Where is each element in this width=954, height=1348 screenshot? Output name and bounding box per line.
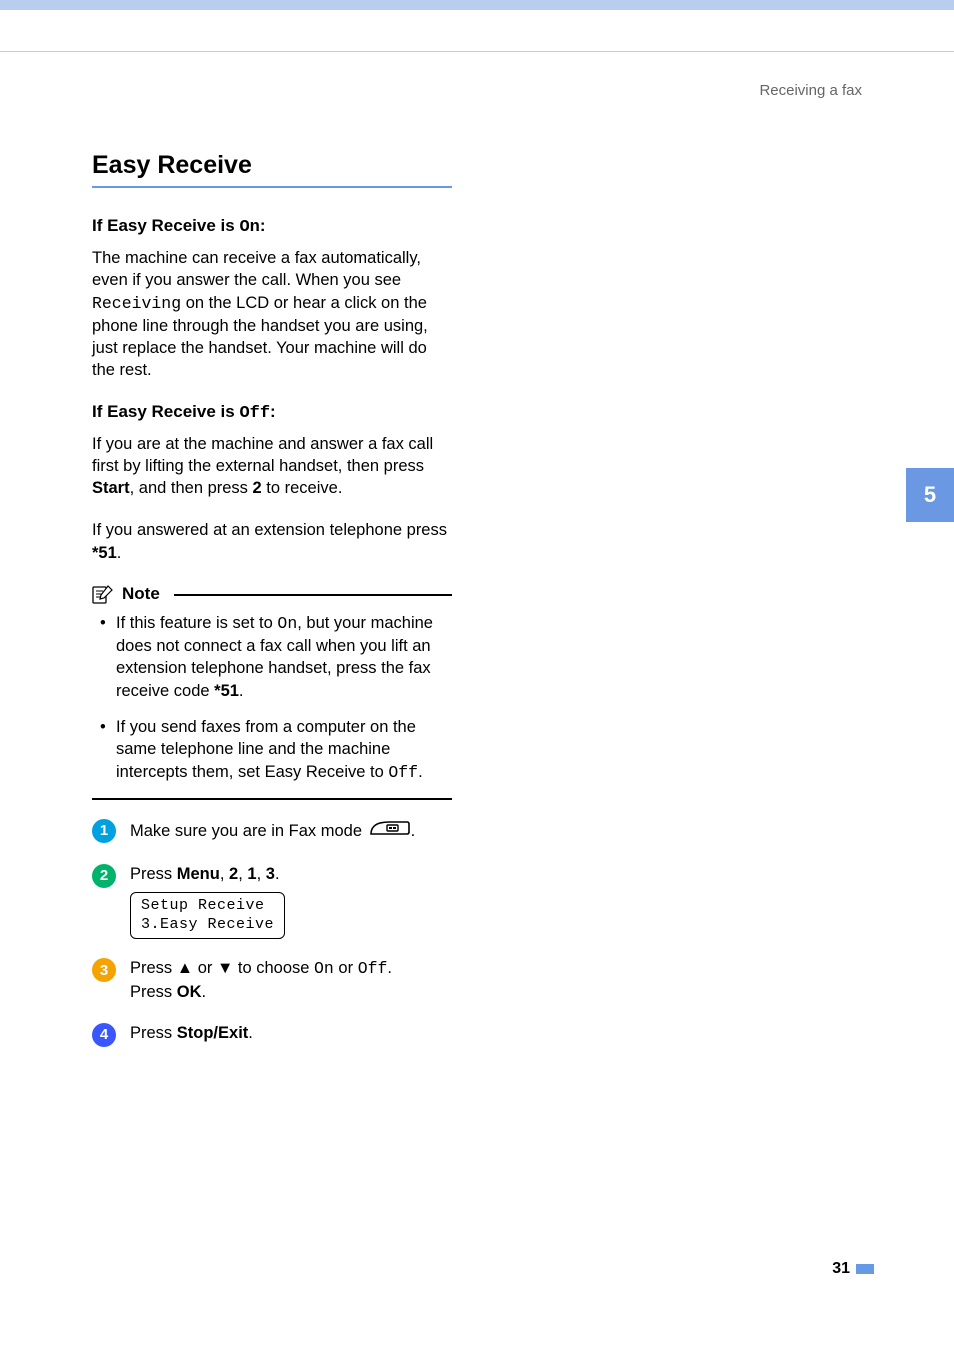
lcd-display: Setup Receive 3.Easy Receive bbox=[130, 892, 285, 940]
step-3-body: Press ▲ or ▼ to choose On or Off. Press … bbox=[130, 957, 452, 1003]
subhead-off-suffix: : bbox=[270, 402, 276, 421]
step-4: 4 Press Stop/Exit. bbox=[92, 1022, 452, 1047]
note-label: Note bbox=[122, 584, 160, 604]
s2-menu: Menu bbox=[177, 865, 220, 883]
s2-e: . bbox=[275, 865, 280, 883]
subhead-on-prefix: If Easy Receive is bbox=[92, 216, 239, 235]
s2-k1: 2 bbox=[229, 865, 238, 883]
s3-off: Off bbox=[358, 959, 388, 978]
s3-e: . bbox=[387, 959, 392, 977]
note-pencil-icon bbox=[92, 584, 114, 604]
s2-a: Press bbox=[130, 865, 177, 883]
n1-mono: On bbox=[277, 614, 297, 633]
on-para-a: The machine can receive a fax automatica… bbox=[92, 249, 421, 289]
page-number: 31 bbox=[832, 1260, 874, 1278]
s2-d: , bbox=[257, 865, 266, 883]
n2-a: If you send faxes from a computer on the… bbox=[116, 718, 416, 781]
note-end-rule bbox=[92, 798, 452, 800]
s3-a: Press bbox=[130, 959, 177, 977]
page-number-value: 31 bbox=[832, 1260, 850, 1277]
step-badge-4: 4 bbox=[92, 1023, 116, 1047]
breadcrumb: Receiving a fax bbox=[92, 82, 862, 99]
note-header: Note bbox=[92, 584, 452, 604]
step-4-body: Press Stop/Exit. bbox=[130, 1022, 452, 1045]
chapter-tab: 5 bbox=[906, 468, 954, 522]
page-content: Receiving a fax Easy Receive If Easy Rec… bbox=[0, 52, 954, 1047]
top-gap bbox=[0, 10, 954, 52]
steps-list: 1 Make sure you are in Fax mode . 2 bbox=[92, 818, 452, 1047]
note-item-1: If this feature is set to On, but your m… bbox=[100, 612, 452, 702]
off-p1-e: to receive. bbox=[262, 479, 343, 497]
s1-period: . bbox=[411, 822, 416, 840]
s3-ok: OK bbox=[177, 983, 202, 1001]
step-2: 2 Press Menu, 2, 1, 3. Setup Receive 3.E… bbox=[92, 863, 452, 940]
subhead-on-mono: On bbox=[239, 218, 259, 237]
off-p2-c: . bbox=[117, 544, 122, 562]
s4-stop: Stop/Exit bbox=[177, 1024, 249, 1042]
s3-line2a: Press bbox=[130, 983, 177, 1001]
s3-c: to choose bbox=[233, 959, 314, 977]
main-column: Easy Receive If Easy Receive is On: The … bbox=[92, 151, 452, 1047]
on-paragraph: The machine can receive a fax automatica… bbox=[92, 247, 452, 382]
off-p1-start: Start bbox=[92, 479, 130, 497]
note-list: If this feature is set to On, but your m… bbox=[92, 612, 452, 784]
s1-text: Make sure you are in Fax mode bbox=[130, 822, 367, 840]
section-title: Easy Receive bbox=[92, 151, 452, 188]
s2-k2: 1 bbox=[247, 865, 256, 883]
s3-line2b: . bbox=[202, 983, 207, 1001]
step-badge-3: 3 bbox=[92, 958, 116, 982]
step-3: 3 Press ▲ or ▼ to choose On or Off. Pres… bbox=[92, 957, 452, 1003]
n1-51: 51 bbox=[221, 682, 239, 700]
n2-b: . bbox=[418, 763, 423, 781]
s3-d: or bbox=[334, 959, 358, 977]
step-2-body: Press Menu, 2, 1, 3. Setup Receive 3.Eas… bbox=[130, 863, 452, 940]
s2-c: , bbox=[238, 865, 247, 883]
subhead-on-suffix: : bbox=[260, 216, 266, 235]
note-block: Note If this feature is set to On, but y… bbox=[92, 584, 452, 800]
n1-d: . bbox=[239, 682, 244, 700]
s4-a: Press bbox=[130, 1024, 177, 1042]
up-arrow-icon: ▲ bbox=[177, 959, 193, 977]
s2-b: , bbox=[220, 865, 229, 883]
step-badge-1: 1 bbox=[92, 819, 116, 843]
subhead-off: If Easy Receive is Off: bbox=[92, 402, 452, 423]
off-para-2: If you answered at an extension telephon… bbox=[92, 519, 452, 564]
page-number-bar bbox=[856, 1264, 874, 1274]
s4-b: . bbox=[248, 1024, 253, 1042]
n2-mono: Off bbox=[388, 763, 418, 782]
note-item-2: If you send faxes from a computer on the… bbox=[100, 716, 452, 784]
off-p2-51: 51 bbox=[98, 544, 116, 562]
down-arrow-icon: ▼ bbox=[217, 959, 233, 977]
top-accent-bar bbox=[0, 0, 954, 10]
off-p1-a: If you are at the machine and answer a f… bbox=[92, 435, 433, 475]
fax-mode-icon bbox=[369, 818, 411, 845]
s3-on: On bbox=[314, 959, 334, 978]
on-para-mono: Receiving bbox=[92, 294, 181, 313]
off-p1-c: , and then press bbox=[130, 479, 253, 497]
step-1: 1 Make sure you are in Fax mode . bbox=[92, 818, 452, 845]
off-para-1: If you are at the machine and answer a f… bbox=[92, 433, 452, 500]
s3-b: or bbox=[193, 959, 217, 977]
subhead-off-mono: Off bbox=[239, 404, 270, 423]
s2-k3: 3 bbox=[266, 865, 275, 883]
n1-a: If this feature is set to bbox=[116, 614, 277, 632]
note-rule bbox=[174, 594, 452, 596]
subhead-on: If Easy Receive is On: bbox=[92, 216, 452, 237]
off-p2-a: If you answered at an extension telephon… bbox=[92, 521, 447, 539]
step-badge-2: 2 bbox=[92, 864, 116, 888]
step-1-body: Make sure you are in Fax mode . bbox=[130, 818, 452, 845]
off-p1-2: 2 bbox=[253, 479, 262, 497]
subhead-off-prefix: If Easy Receive is bbox=[92, 402, 239, 421]
